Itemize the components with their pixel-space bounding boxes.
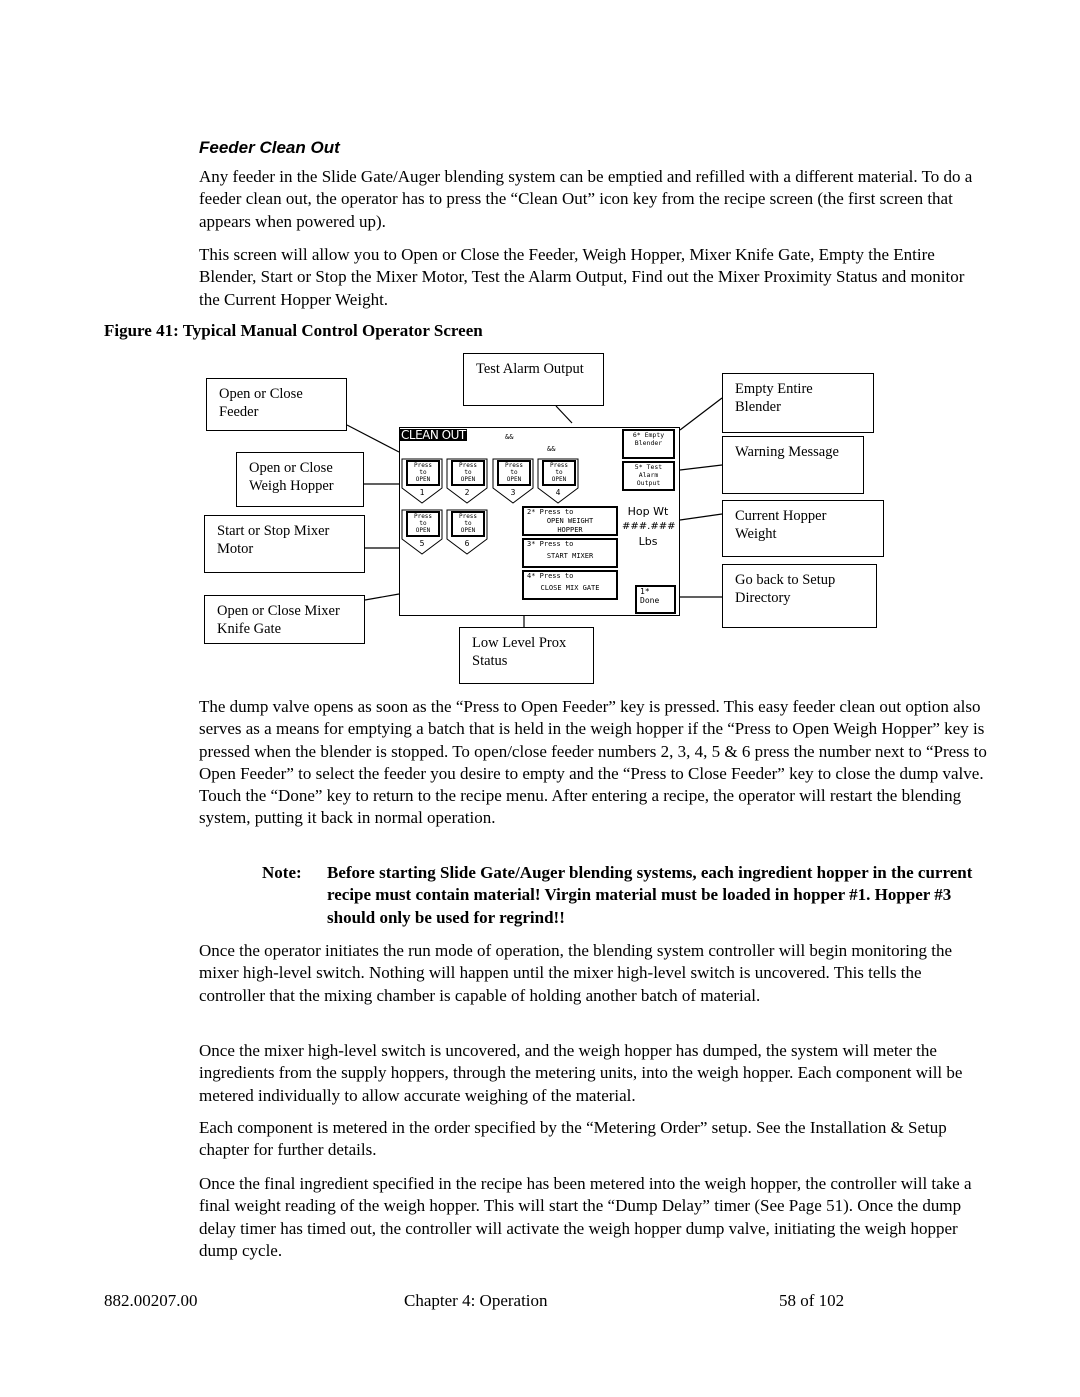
operator-screen: CLEAN OUT && && Press to OPEN 1 Press to OPEN 2…	[399, 427, 680, 616]
warning-marker: &&	[505, 433, 514, 441]
label: Output	[636, 479, 661, 487]
callout-prox: Low Level Prox Status	[459, 627, 594, 684]
press-to-open-label: Press to OPEN	[406, 460, 440, 486]
callout-weigh-hopper: Open or Close Weigh Hopper	[236, 452, 364, 507]
paragraph: Once the final ingredient specified in t…	[199, 1174, 972, 1260]
callout-warning: Warning Message	[722, 436, 864, 494]
feeder-number: 2	[464, 488, 470, 497]
feeder-4-open-button[interactable]: Press to OPEN 4	[537, 458, 579, 504]
prox-marker: &&	[547, 445, 556, 453]
feeder-number: 4	[555, 488, 561, 497]
feeder-3-open-button[interactable]: Press to OPEN 3	[492, 458, 534, 504]
label: 2* Press to	[527, 508, 574, 516]
footer-page: 58 of 102	[779, 1291, 845, 1310]
hopper-weight-display: Hop Wt ###.### Lbs	[622, 504, 676, 549]
feeder-number: 3	[510, 488, 516, 497]
paragraph: Each component is metered in the order s…	[199, 1118, 947, 1160]
press-to-open-label: Press to OPEN	[451, 460, 485, 486]
note: Note: Before starting Slide Gate/Auger bl…	[262, 862, 992, 929]
callout-knife-gate: Open or Close Mixer Knife Gate	[204, 595, 365, 644]
open-weigh-hopper-button[interactable]: 2* Press to OPEN WEIGHT HOPPER	[522, 506, 618, 536]
start-mixer-button[interactable]: 3* Press to START MIXER	[522, 538, 618, 568]
label: START MIXER	[546, 552, 594, 560]
press-to-open-label: Press to OPEN	[497, 460, 531, 486]
press-to-open-label: Press to OPEN	[406, 511, 440, 537]
footer-doc-number: 882.00207.00	[104, 1291, 198, 1310]
label: 5* Test	[634, 463, 663, 471]
callout-mixer-motor: Start or Stop Mixer Motor	[204, 515, 365, 573]
callout-setup: Go back to Setup Directory	[722, 564, 877, 628]
feeder-number: 6	[464, 539, 470, 548]
label: HOPPER	[557, 526, 583, 534]
hop-wt-value: ###.###	[622, 521, 676, 532]
label: 3* Press to	[527, 540, 574, 548]
hop-wt-unit: Lbs	[638, 535, 658, 548]
paragraph: Once the operator initiates the run mode…	[199, 941, 953, 1005]
note-text: Before starting Slide Gate/Auger blendin…	[327, 863, 973, 927]
footer-chapter: Chapter 4: Operation	[404, 1291, 548, 1310]
press-to-open-label: Press to OPEN	[542, 460, 576, 486]
feeder-number: 1	[419, 488, 425, 497]
paragraph: Once the mixer high-level switch is unco…	[199, 1041, 963, 1105]
feeder-2-open-button[interactable]: Press to OPEN 2	[446, 458, 488, 504]
label: 1*	[640, 587, 650, 596]
note-label: Note:	[262, 863, 302, 882]
label: Alarm	[638, 471, 659, 479]
callout-feeder: Open or Close Feeder	[206, 378, 347, 431]
done-button[interactable]: 1* Done	[635, 585, 676, 614]
callout-empty-blender: Empty Entire Blender	[722, 373, 874, 433]
feeder-5-open-button[interactable]: Press to OPEN 5	[401, 509, 443, 555]
feeder-6-open-button[interactable]: Press to OPEN 6	[446, 509, 488, 555]
label: Done	[640, 596, 660, 605]
close-mix-gate-button[interactable]: 4* Press to CLOSE MIX GATE	[522, 570, 618, 600]
paragraph: The dump valve opens as soon as the “Pre…	[199, 697, 987, 828]
label: 6* Empty	[632, 431, 665, 439]
callout-hopper-weight: Current Hopper Weight	[722, 500, 884, 557]
feeder-1-open-button[interactable]: Press to OPEN 1	[401, 458, 443, 504]
feeder-number: 5	[419, 539, 425, 548]
document-page: Feeder Clean Out Any feeder in the Slide…	[0, 0, 1080, 1397]
empty-blender-button[interactable]: 6* Empty Blender	[622, 429, 675, 459]
test-alarm-button[interactable]: 5* Test Alarm Output	[622, 461, 675, 491]
label: Blender	[634, 439, 663, 447]
label: 4* Press to	[527, 572, 574, 580]
press-to-open-label: Press to OPEN	[451, 511, 485, 537]
label: CLOSE MIX GATE	[540, 584, 600, 592]
hop-wt-label: Hop Wt	[627, 505, 669, 518]
screen-title: CLEAN OUT	[400, 428, 467, 442]
label: OPEN WEIGHT	[546, 517, 594, 525]
callout-test-alarm: Test Alarm Output	[463, 353, 604, 406]
